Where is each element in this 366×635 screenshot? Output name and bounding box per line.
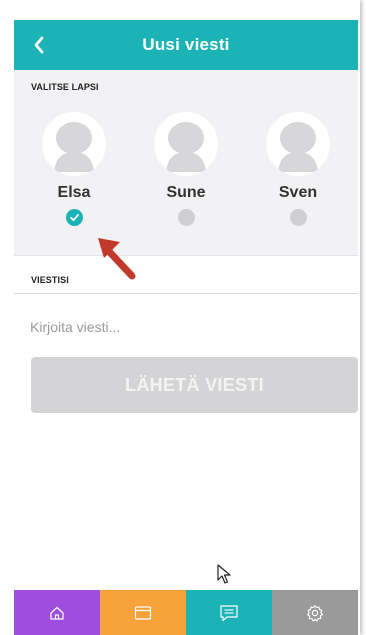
- chevron-left-icon: [34, 36, 44, 54]
- send-message-button[interactable]: LÄHETÄ VIESTI: [31, 357, 358, 413]
- tab-calendar[interactable]: [100, 590, 186, 635]
- child-option-sune[interactable]: Sune: [141, 112, 231, 226]
- page-title: Uusi viesti: [142, 35, 230, 54]
- divider: [14, 293, 358, 294]
- child-radio-selected[interactable]: [65, 209, 83, 226]
- checkmark-icon: [69, 214, 79, 222]
- child-selector: VALITSE LAPSI Elsa Sune Sven: [14, 70, 358, 256]
- tab-home[interactable]: [14, 590, 100, 635]
- messages-icon: [220, 604, 238, 621]
- child-name: Sven: [278, 184, 318, 201]
- mouse-cursor-icon: [217, 564, 231, 584]
- child-name: Sune: [166, 184, 206, 201]
- avatar: [42, 112, 106, 176]
- message-input[interactable]: [30, 316, 340, 338]
- person-placeholder-icon: [54, 122, 94, 172]
- back-button[interactable]: [26, 32, 52, 58]
- app-header: Uusi viesti: [14, 20, 358, 70]
- app-frame: Uusi viesti VALITSE LAPSI Elsa Sune Sven…: [0, 0, 360, 635]
- home-icon: [50, 606, 64, 620]
- calendar-icon: [134, 605, 152, 620]
- avatar: [266, 112, 330, 176]
- child-section-label: VALITSE LAPSI: [31, 82, 99, 92]
- person-placeholder-icon: [166, 122, 206, 172]
- person-placeholder-icon: [278, 122, 318, 172]
- child-name: Elsa: [57, 184, 91, 201]
- annotation-arrow-icon: [98, 238, 136, 280]
- child-option-elsa[interactable]: Elsa: [29, 112, 119, 226]
- child-radio[interactable]: [289, 209, 307, 226]
- message-section-label: VIESTISI: [31, 275, 69, 285]
- avatar: [154, 112, 218, 176]
- tab-settings[interactable]: [272, 590, 358, 635]
- tab-messages[interactable]: [186, 590, 272, 635]
- child-option-sven[interactable]: Sven: [253, 112, 343, 226]
- child-radio[interactable]: [177, 209, 195, 226]
- bottom-tabbar: [14, 590, 358, 635]
- settings-icon: [306, 604, 324, 622]
